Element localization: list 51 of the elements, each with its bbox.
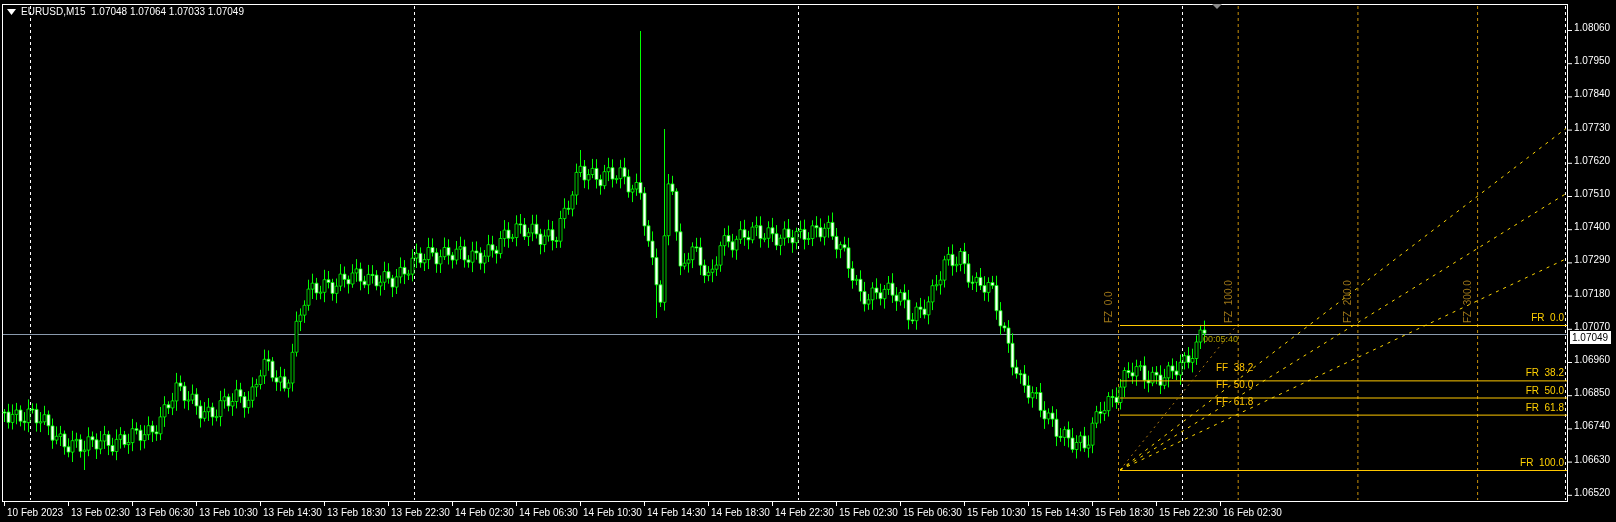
fib-fan-label: FF 50.0	[1216, 379, 1254, 391]
price-label: 1.07070	[1574, 319, 1611, 333]
current-price-label: 1.07049	[1570, 331, 1612, 344]
dropdown-icon[interactable]	[7, 8, 16, 15]
symbol-header: EURUSD,M15 1.07048 1.07064 1.07033 1.07049	[21, 6, 244, 17]
fib-retracement-label: FR 61.8	[1525, 401, 1564, 414]
price-label: 1.06850	[1574, 386, 1611, 401]
price-label: 1.08060	[1574, 21, 1611, 35]
fib-retracement-label: FR 0.0	[1531, 312, 1564, 324]
price-label: 1.06630	[1574, 452, 1611, 467]
price-label: 1.07180	[1574, 286, 1611, 301]
fib-retracement-label: FR 50.0	[1525, 384, 1564, 397]
time-label: 15 Feb 10:30	[967, 506, 1026, 519]
time-label: 15 Feb 02:30	[839, 506, 898, 519]
fib-zone-label: FZ 300.0	[1462, 280, 1475, 323]
price-label: 1.07510	[1574, 187, 1611, 201]
price-label: 1.06740	[1574, 419, 1611, 434]
fib-fan-label: FF 38.2	[1216, 362, 1254, 374]
price-label: 1.07400	[1574, 220, 1611, 235]
price-label: 1.06520	[1574, 485, 1611, 500]
fib-retracement-label: FR 38.2	[1525, 367, 1564, 380]
price-label: 1.07290	[1574, 253, 1611, 268]
fib-fan-label: FF 61.8	[1216, 396, 1254, 408]
time-label: 13 Feb 14:30	[263, 506, 322, 519]
time-label: 16 Feb 02:30	[1223, 506, 1282, 519]
time-label: 13 Feb 02:30	[71, 506, 130, 519]
price-label: 1.07620	[1574, 153, 1611, 168]
time-label: 10 Feb 2023	[7, 506, 64, 519]
fib-zone-label: FZ 200.0	[1342, 280, 1355, 323]
time-label: 13 Feb 06:30	[135, 506, 194, 519]
time-label: 14 Feb 02:30	[455, 506, 514, 519]
shift-marker-icon[interactable]	[1212, 4, 1222, 9]
price-label: 1.07950	[1574, 54, 1611, 69]
time-label: 15 Feb 06:30	[903, 506, 962, 519]
time-label: 14 Feb 06:30	[519, 506, 578, 519]
time-label: 14 Feb 10:30	[583, 506, 642, 519]
time-label: 13 Feb 18:30	[327, 506, 386, 519]
price-label: 1.06960	[1574, 353, 1611, 367]
fib-zone-label: FZ 0.0	[1103, 291, 1115, 323]
time-label: 14 Feb 18:30	[711, 506, 770, 519]
fib-retracement-label: FR 100.0	[1520, 457, 1564, 469]
time-label: 14 Feb 14:30	[647, 506, 706, 519]
time-label: 15 Feb 18:30	[1095, 506, 1154, 519]
price-label: 1.07730	[1574, 120, 1611, 135]
price-label: 1.07840	[1574, 87, 1611, 102]
time-label: 15 Feb 14:30	[1031, 506, 1090, 519]
time-label: 15 Feb 22:30	[1159, 506, 1218, 519]
time-label: 14 Feb 22:30	[775, 506, 834, 519]
time-label: 13 Feb 22:30	[391, 506, 450, 519]
fib-zone-label: FZ 100.0	[1222, 280, 1235, 323]
time-label: 13 Feb 10:30	[199, 506, 258, 519]
